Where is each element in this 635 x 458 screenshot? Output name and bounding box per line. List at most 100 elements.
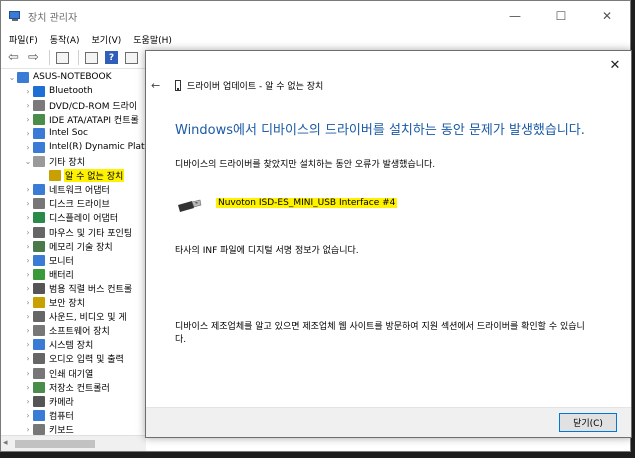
tree-item-label: Intel(R) Dynamic Platf xyxy=(49,142,148,153)
signature-error-text: 타사의 INF 파일에 디지털 서명 정보가 없습니다. xyxy=(175,246,359,256)
chevron-right-icon[interactable]: › xyxy=(23,284,33,293)
chevron-right-icon[interactable]: › xyxy=(23,143,33,152)
tree-item-label: 저장소 컨트롤러 xyxy=(49,383,110,394)
tree-item[interactable]: › 시스템 장치 xyxy=(23,338,94,352)
chevron-right-icon[interactable]: › xyxy=(23,397,33,406)
device-name: Nuvoton ISD-ES_MINI_USB Interface #4 xyxy=(216,198,398,208)
camera-icon xyxy=(33,395,45,407)
show-hide-console-tree-button[interactable] xyxy=(54,50,71,66)
network-adapter-icon xyxy=(33,184,45,196)
tree-item[interactable]: › 배터리 xyxy=(23,267,75,281)
tree-item[interactable]: › 모니터 xyxy=(23,253,75,267)
tree-item[interactable]: › 저장소 컨트롤러 xyxy=(23,380,111,394)
error-description: 디바이스의 드라이버를 찾았지만 설치하는 동안 오류가 발생했습니다. xyxy=(175,160,436,170)
minimize-button[interactable]: — xyxy=(492,1,538,31)
arrow-left-icon: ⇦ xyxy=(8,50,19,65)
chevron-right-icon[interactable]: › xyxy=(23,383,33,392)
tree-item[interactable]: › 보안 장치 xyxy=(23,296,86,310)
tree-item-label: 시스템 장치 xyxy=(49,341,94,352)
tree-root[interactable]: ⌄ ASUS-NOTEBOOK xyxy=(7,70,113,84)
chevron-right-icon[interactable]: › xyxy=(23,326,33,335)
chevron-right-icon[interactable]: › xyxy=(23,340,33,349)
scan-hardware-icon xyxy=(125,51,138,64)
display-adapter-icon xyxy=(33,212,45,224)
back-button[interactable]: ⇦ xyxy=(5,50,22,66)
bluetooth-icon xyxy=(33,85,45,97)
window-title: 장치 관리자 xyxy=(28,12,78,24)
tree-item-label: 모니터 xyxy=(49,256,74,267)
chevron-right-icon[interactable]: › xyxy=(23,213,33,222)
tree-item-label: 디스크 드라이브 xyxy=(49,200,110,211)
tree-item[interactable]: › 키보드 xyxy=(23,422,75,435)
tree-item-label: 컴퓨터 xyxy=(49,411,74,422)
menu-file[interactable]: 파일(F) xyxy=(5,33,42,46)
tree-item[interactable]: › Intel Soc xyxy=(23,126,89,140)
chevron-right-icon[interactable]: › xyxy=(23,298,33,307)
tree-item[interactable]: › 카메라 xyxy=(23,394,75,408)
tree-item[interactable]: › 마우스 및 기타 포인팅 xyxy=(23,225,133,239)
tree-item[interactable]: › Intel(R) Dynamic Platf xyxy=(23,140,149,154)
keyboard-icon xyxy=(33,423,45,435)
chevron-right-icon[interactable]: › xyxy=(23,354,33,363)
chevron-down-icon[interactable]: ⌄ xyxy=(7,73,17,82)
menu-help[interactable]: 도움말(H) xyxy=(129,33,176,46)
tree-item[interactable]: › 메모리 기술 장치 xyxy=(23,239,114,253)
tree-item[interactable]: › 사운드, 비디오 및 게 xyxy=(23,310,128,324)
scrollbar-thumb[interactable] xyxy=(15,440,95,448)
close-button[interactable]: ✕ xyxy=(584,1,630,31)
chevron-right-icon[interactable]: › xyxy=(23,369,33,378)
maximize-button[interactable]: ☐ xyxy=(538,1,584,31)
tree-item[interactable]: › Bluetooth xyxy=(23,84,94,98)
chevron-right-icon[interactable]: › xyxy=(23,115,33,124)
menu-view[interactable]: 보기(V) xyxy=(88,33,126,46)
chevron-right-icon[interactable]: › xyxy=(23,312,33,321)
chevron-right-icon[interactable]: › xyxy=(23,242,33,251)
tree-item[interactable]: › 디스크 드라이브 xyxy=(23,197,111,211)
chevron-right-icon[interactable]: › xyxy=(23,87,33,96)
tree-item-label: 카메라 xyxy=(49,397,74,408)
chevron-down-icon[interactable]: ⌄ xyxy=(23,157,33,166)
device-icon xyxy=(175,80,181,91)
manufacturer-hint-text: 디바이스 제조업체를 알고 있으면 제조업체 웹 사이트를 방문하여 지원 섹션… xyxy=(175,322,585,345)
chevron-right-icon[interactable]: › xyxy=(23,199,33,208)
tree-item[interactable]: › 인쇄 대기열 xyxy=(23,366,94,380)
help-button[interactable]: ? xyxy=(103,50,120,66)
properties-button[interactable] xyxy=(83,50,100,66)
computer-icon xyxy=(17,71,29,83)
tree-item-label: 마우스 및 기타 포인팅 xyxy=(49,228,133,239)
tree-item-label: Intel Soc xyxy=(49,128,88,139)
help-icon: ? xyxy=(105,51,118,64)
tree-item[interactable]: › 디스플레이 어댑터 xyxy=(23,211,119,225)
tree-item[interactable]: › IDE ATA/ATAPI 컨트롤 xyxy=(23,112,140,126)
horizontal-scrollbar[interactable]: ◂ xyxy=(1,435,146,451)
tree-item[interactable]: › 범용 직렬 버스 컨트롤 xyxy=(23,281,133,295)
scan-hardware-button[interactable] xyxy=(123,50,140,66)
back-arrow-icon[interactable]: ← xyxy=(151,79,160,92)
chevron-right-icon[interactable]: › xyxy=(23,185,33,194)
close-dialog-button[interactable]: 닫기(C) xyxy=(559,413,617,432)
security-icon xyxy=(33,297,45,308)
tree-item[interactable]: 알 수 없는 장치 xyxy=(39,169,125,183)
forward-button[interactable]: ⇨ xyxy=(25,50,42,66)
tree-item[interactable]: › DVD/CD-ROM 드라이 xyxy=(23,98,138,112)
chevron-right-icon[interactable]: › xyxy=(23,228,33,237)
chevron-right-icon[interactable]: › xyxy=(23,270,33,279)
chevron-right-icon[interactable]: › xyxy=(23,129,33,138)
tree-item-label: 알 수 없는 장치 xyxy=(64,169,125,183)
scroll-left-icon[interactable]: ◂ xyxy=(3,438,8,448)
chevron-right-icon[interactable]: › xyxy=(23,411,33,420)
chevron-right-icon[interactable]: › xyxy=(23,101,33,110)
intel-soc-icon xyxy=(33,127,45,139)
tree-item[interactable]: ⌄ 기타 장치 xyxy=(23,155,86,169)
driver-update-dialog: ✕ ← 드라이버 업데이트 - 알 수 없는 장치 Windows에서 디바이스… xyxy=(145,50,632,438)
menu-action[interactable]: 동작(A) xyxy=(46,33,84,46)
device-manager-icon xyxy=(8,9,22,23)
tree-item-label: 디스플레이 어댑터 xyxy=(49,214,119,225)
tree-item[interactable]: › 소프트웨어 장치 xyxy=(23,324,111,338)
chevron-right-icon[interactable]: › xyxy=(23,425,33,434)
tree-item[interactable]: › 오디오 입력 및 출력 xyxy=(23,352,125,366)
tree-item[interactable]: › 컴퓨터 xyxy=(23,408,75,422)
dialog-close-button[interactable]: ✕ xyxy=(605,55,625,75)
tree-item[interactable]: › 네트워크 어댑터 xyxy=(23,183,111,197)
chevron-right-icon[interactable]: › xyxy=(23,256,33,265)
